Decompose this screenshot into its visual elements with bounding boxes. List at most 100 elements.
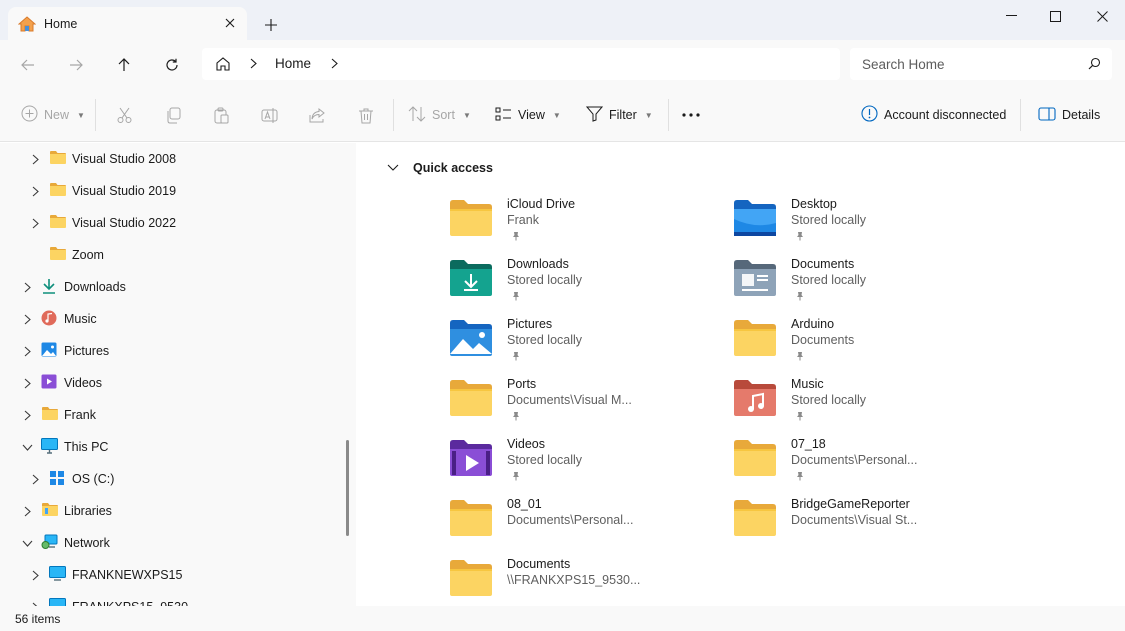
new-tab-button[interactable] (260, 14, 282, 36)
copy-button[interactable] (165, 102, 182, 128)
details-button[interactable]: Details (1038, 102, 1100, 128)
chevron-right-icon[interactable] (21, 281, 33, 293)
sidebar-item[interactable]: Videos (0, 367, 340, 399)
toolbar-divider (1020, 99, 1021, 131)
chevron-down-icon: ▼ (644, 110, 653, 120)
paste-button[interactable] (213, 102, 230, 128)
address-bar[interactable]: Home (202, 48, 840, 80)
chevron-down-icon[interactable] (21, 441, 33, 453)
sidebar-item[interactable]: This PC (0, 431, 340, 463)
search-icon[interactable] (1088, 57, 1101, 73)
sidebar-item[interactable]: FRANKXPS15_9530 (0, 591, 340, 606)
new-label: New (44, 108, 70, 122)
cut-button[interactable] (116, 102, 133, 128)
chevron-right-icon[interactable] (21, 313, 33, 325)
navigation-pane: Visual Studio 2008 Visual Studio 2019 Visu… (0, 143, 356, 606)
sidebar-item[interactable]: Music (0, 303, 340, 335)
sidebar-item[interactable]: Frank (0, 399, 340, 431)
sidebar-item[interactable]: Pictures (0, 335, 340, 367)
item-location: Documents\Personal... (791, 453, 918, 467)
sidebar-item[interactable]: Visual Studio 2008 (0, 143, 340, 175)
sidebar-item[interactable]: Visual Studio 2022 (0, 207, 340, 239)
breadcrumb-home[interactable]: Home (275, 56, 311, 71)
search-box[interactable] (850, 48, 1112, 80)
item-name: Ports (507, 377, 537, 391)
sidebar-scrollbar[interactable] (346, 440, 349, 536)
rename-button[interactable] (261, 102, 278, 128)
copy-icon (167, 107, 181, 123)
back-button[interactable] (15, 52, 41, 78)
quick-access-item[interactable]: 07_18 Documents\Personal... (733, 437, 1003, 493)
chevron-right-icon[interactable] (21, 345, 33, 357)
chevron-right-icon[interactable] (21, 409, 33, 421)
quick-access-item[interactable]: Pictures Stored locally (449, 317, 719, 373)
quick-access-item[interactable]: Arduino Documents (733, 317, 1003, 373)
sidebar-item[interactable]: Visual Studio 2019 (0, 175, 340, 207)
chevron-down-icon[interactable] (21, 537, 33, 549)
scissors-icon (117, 107, 132, 123)
forward-button[interactable] (63, 52, 89, 78)
quick-access-item[interactable]: Desktop Stored locally (733, 197, 1003, 253)
quick-access-header[interactable]: Quick access (387, 159, 493, 177)
chevron-right-icon[interactable] (29, 473, 41, 485)
chevron-right-icon[interactable] (21, 377, 33, 389)
sidebar-item-label: Libraries (64, 504, 112, 518)
filter-button[interactable]: Filter ▼ (585, 102, 653, 128)
quick-access-item[interactable]: Downloads Stored locally (449, 257, 719, 313)
close-window-button[interactable] (1079, 0, 1125, 32)
sidebar-item[interactable]: Downloads (0, 271, 340, 303)
new-button[interactable]: New ▼ (21, 102, 85, 128)
home-icon[interactable] (215, 56, 231, 75)
sidebar-item[interactable]: Network (0, 527, 340, 559)
sidebar-item[interactable]: FRANKNEWXPS15 (0, 559, 340, 591)
quick-access-item[interactable]: BridgeGameReporter Documents\Visual St... (733, 497, 1003, 553)
view-label: View (518, 108, 545, 122)
folder-icon (49, 214, 67, 232)
music-folder-icon (733, 379, 777, 417)
folder-icon (449, 199, 493, 237)
chevron-right-icon[interactable] (250, 58, 257, 72)
tab-home[interactable]: Home (8, 7, 247, 40)
quick-access-item[interactable]: Ports Documents\Visual M... (449, 377, 719, 433)
title-bar: Home (0, 0, 1125, 40)
pin-icon (795, 470, 805, 481)
minimize-button[interactable] (988, 0, 1034, 32)
quick-access-item[interactable]: Music Stored locally (733, 377, 1003, 433)
close-tab-icon[interactable] (220, 13, 240, 33)
chevron-right-icon[interactable] (29, 569, 41, 581)
quick-access-item[interactable]: Documents Stored locally (733, 257, 1003, 313)
sidebar-item[interactable]: Libraries (0, 495, 340, 527)
refresh-button[interactable] (159, 52, 185, 78)
chevron-right-icon[interactable] (331, 58, 338, 72)
chevron-right-icon[interactable] (21, 505, 33, 517)
quick-access-item[interactable]: 08_01 Documents\Personal... (449, 497, 719, 553)
more-options-button[interactable] (682, 102, 700, 128)
delete-button[interactable] (358, 102, 374, 128)
view-button[interactable]: View ▼ (495, 102, 561, 128)
quick-access-item[interactable]: Videos Stored locally (449, 437, 719, 493)
item-name: Desktop (791, 197, 837, 211)
chevron-right-icon[interactable] (29, 185, 41, 197)
videos-icon (41, 374, 59, 392)
chevron-right-icon[interactable] (29, 217, 41, 229)
toolbar-divider (668, 99, 669, 131)
sort-button[interactable]: Sort ▼ (408, 102, 471, 128)
sidebar-item[interactable]: OS (C:) (0, 463, 340, 495)
home-icon (17, 16, 37, 35)
sidebar-item-label: Visual Studio 2019 (72, 184, 177, 198)
maximize-button[interactable] (1032, 0, 1078, 32)
sidebar-item[interactable]: Zoom (0, 239, 340, 271)
item-count: 56 items (15, 612, 61, 626)
quick-access-item[interactable]: Documents \\FRANKXPS15_9530... (449, 557, 719, 606)
desktop-folder-icon (733, 199, 777, 237)
details-label: Details (1062, 108, 1101, 122)
chevron-down-icon[interactable] (387, 161, 399, 175)
chevron-right-icon[interactable] (29, 153, 41, 165)
account-status-button[interactable]: Account disconnected (861, 102, 1006, 128)
item-name: 07_18 (791, 437, 826, 451)
up-button[interactable] (111, 52, 137, 78)
search-input[interactable] (862, 54, 1082, 74)
quick-access-item[interactable]: iCloud Drive Frank (449, 197, 719, 253)
sidebar-item-label: Pictures (64, 344, 110, 358)
share-button[interactable] (309, 102, 326, 128)
